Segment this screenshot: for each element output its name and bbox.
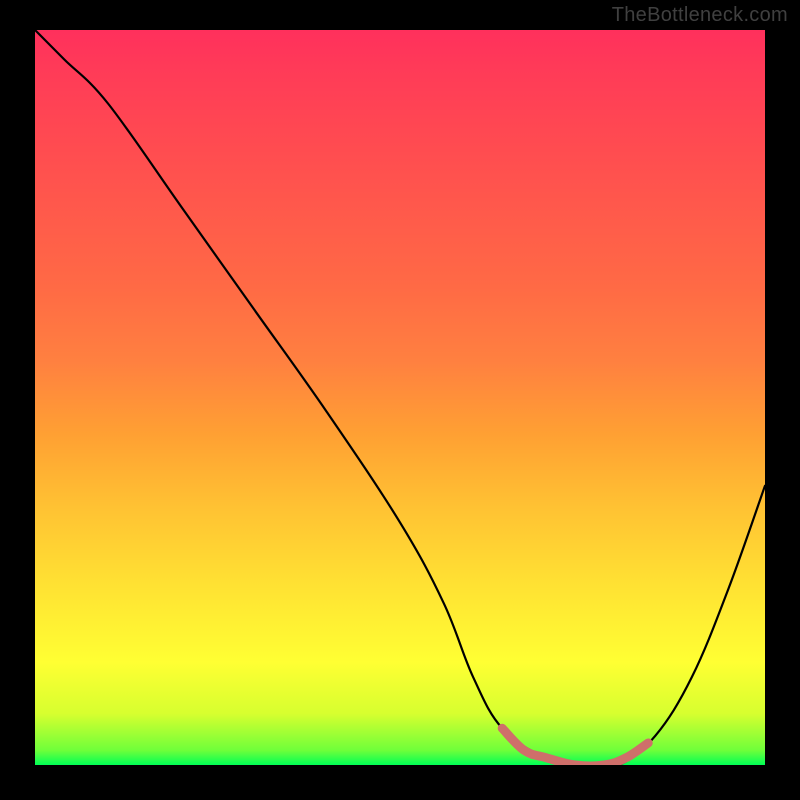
chart-curve-layer	[35, 30, 765, 765]
optimal-range-highlight	[502, 728, 648, 765]
bottleneck-curve	[35, 30, 765, 765]
chart-plot-area	[35, 30, 765, 765]
watermark-text: TheBottleneck.com	[612, 4, 788, 27]
